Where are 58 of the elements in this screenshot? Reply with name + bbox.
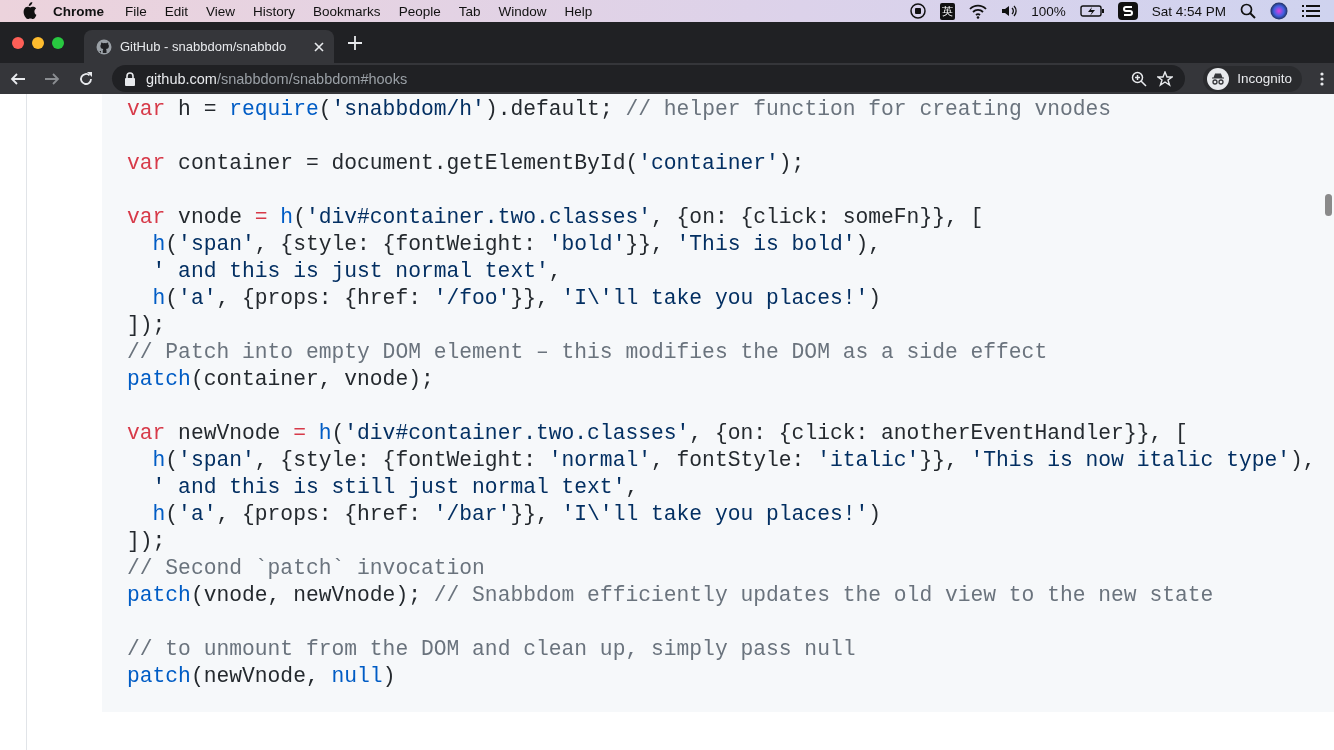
- code-line: // Second `patch` invocation: [127, 555, 485, 582]
- new-tab-icon: [348, 35, 362, 50]
- star-icon: [1157, 70, 1174, 87]
- code-line: ' and this is just normal text',: [151, 258, 562, 285]
- app-menu[interactable]: Chrome: [37, 3, 116, 19]
- menu-item[interactable]: People: [389, 3, 450, 19]
- menu-item[interactable]: File: [116, 3, 156, 19]
- record-icon: [910, 3, 927, 19]
- github-icon: [96, 38, 112, 55]
- address-bar[interactable]: github.com/snabbdom/snabbdom#hooks: [112, 65, 1186, 92]
- menu-item[interactable]: Bookmarks: [304, 3, 390, 19]
- code-line: var container = document.getElementById('container');: [127, 150, 805, 177]
- siri-icon: [1270, 2, 1288, 20]
- menu-item[interactable]: Help: [555, 3, 602, 19]
- code-line: ]);: [127, 528, 166, 555]
- code-line: patch(newVnode, null): [127, 663, 396, 690]
- code-line: h('span', {style: {fontWeight: 'normal', fontStyle: 'italic'}}, 'This is now italic type'),: [151, 447, 1316, 474]
- forward-icon: [44, 70, 60, 87]
- zoom-icon: [1131, 70, 1148, 87]
- code-line: // to unmount from the DOM and clean up, simply pass null: [127, 636, 856, 663]
- code-line: h('a', {props: {href: '/bar'}}, 'I\'ll take you places!'): [151, 501, 882, 528]
- search-icon: [1240, 3, 1256, 19]
- reload-icon: [78, 70, 94, 87]
- app-s-icon: [1117, 2, 1138, 20]
- minimize-window-icon: [32, 36, 44, 49]
- code-line: h('a', {props: {href: '/foo'}}, 'I\'ll take you places!'): [151, 285, 882, 312]
- wifi-icon: [969, 3, 988, 19]
- menu-item[interactable]: View: [197, 3, 245, 19]
- input-method-indicator[interactable]: 英: [940, 2, 956, 20]
- browser-tab[interactable]: GitHub - snabbdom/snabbdo: [84, 30, 334, 63]
- menu-icon: [1302, 3, 1320, 19]
- battery-percentage: 100%: [1031, 3, 1066, 19]
- close-window-icon: [12, 36, 24, 49]
- scrollbar-thumb[interactable]: [1325, 194, 1332, 216]
- code-line: // Patch into empty DOM element – this modifies the DOM as a side effect: [127, 339, 1048, 366]
- code-line: patch(vnode, newVnode); // Snabbdom efficiently updates the old view to the new state: [127, 582, 1214, 609]
- menu-item[interactable]: Tab: [449, 3, 490, 19]
- apple-icon: [22, 2, 37, 20]
- close-tab-button[interactable]: [314, 41, 324, 52]
- menu-item[interactable]: Edit: [155, 3, 198, 19]
- incognito-icon: [1207, 67, 1230, 90]
- back-icon: [10, 70, 26, 87]
- code-line: h('span', {style: {fontWeight: 'bold'}}, 'This is bold'),: [151, 231, 882, 258]
- incognito-button[interactable]: Incognito: [1203, 65, 1302, 92]
- speaker-icon: [1001, 3, 1018, 19]
- code-line: var vnode = h('div#container.two.classes', {on: {click: someFn}}, [: [127, 204, 984, 231]
- maximize-window-icon: [52, 36, 64, 49]
- battery-charging-icon: [1079, 4, 1104, 18]
- menu-item[interactable]: Window: [489, 3, 556, 19]
- clock[interactable]: Sat 4:54 PM: [1151, 3, 1226, 19]
- menu-item[interactable]: History: [244, 3, 305, 19]
- more-icon: [1320, 71, 1324, 86]
- lock-icon: [124, 71, 136, 86]
- code-line: var h = require('snabbdom/h').default; // helper function for creating vnodes: [127, 96, 1112, 123]
- code-line: patch(container, vnode);: [127, 366, 434, 393]
- code-line: var newVnode = h('div#container.two.classes', {on: {click: anotherEventHandler}}, [: [127, 420, 1188, 447]
- code-line: ]);: [127, 312, 166, 339]
- code-line: ' and this is still just normal text',: [151, 474, 639, 501]
